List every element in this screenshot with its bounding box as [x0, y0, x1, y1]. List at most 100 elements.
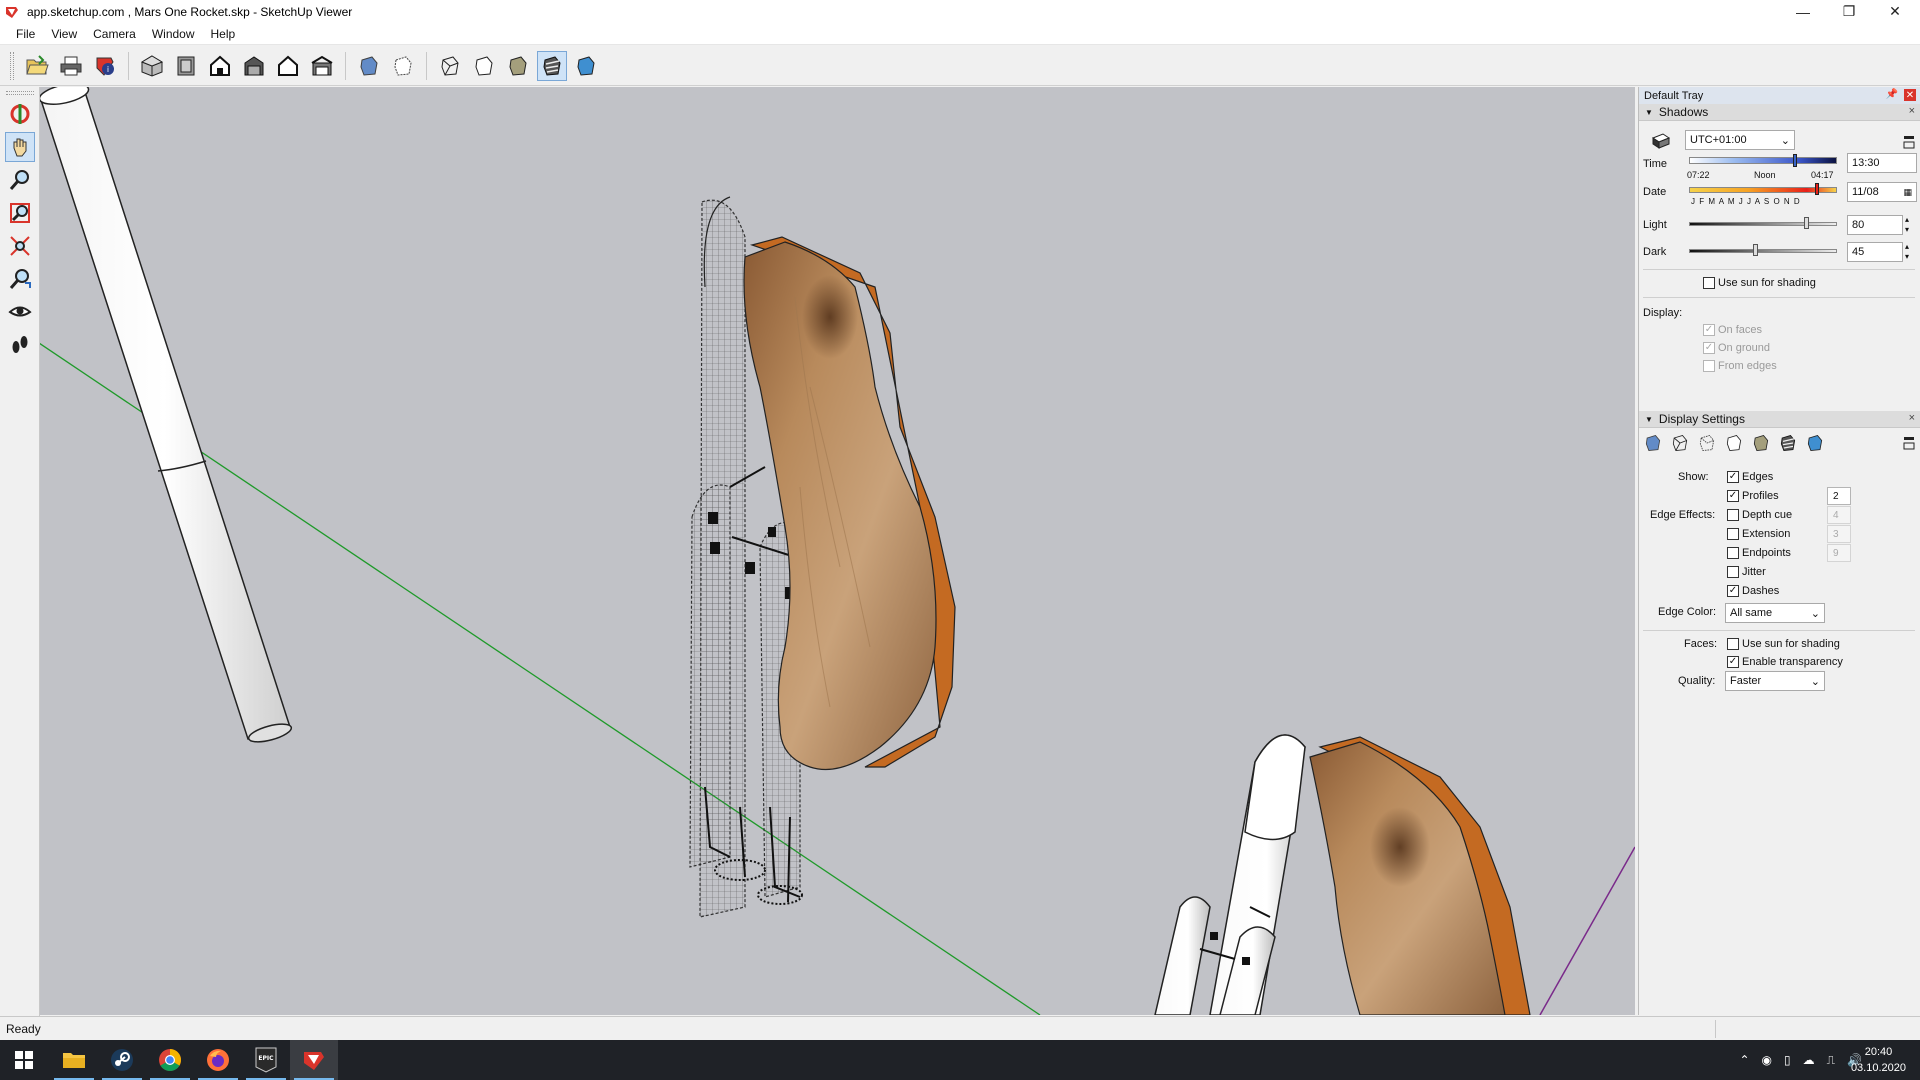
edge-color-select[interactable]: All same ⌄: [1725, 603, 1825, 623]
menu-file[interactable]: File: [8, 25, 43, 43]
date-slider-thumb[interactable]: [1815, 183, 1819, 195]
faces-use-sun-checkbox[interactable]: [1727, 638, 1739, 650]
jitter-checkbox[interactable]: [1727, 566, 1739, 578]
wireframe-style-icon[interactable]: [435, 51, 465, 81]
calendar-icon[interactable]: ▦: [1903, 187, 1912, 198]
chrome-taskbar-button[interactable]: [146, 1040, 194, 1080]
xray-style-icon[interactable]: [1643, 433, 1663, 453]
panel-details-icon[interactable]: [1903, 135, 1915, 149]
zoom-window-icon[interactable]: [5, 198, 35, 228]
taskbar-clock[interactable]: 20:40 03.10.2020: [1851, 1044, 1906, 1076]
endpoints-checkbox[interactable]: [1727, 547, 1739, 559]
file-explorer-taskbar-button[interactable]: [50, 1040, 98, 1080]
depth-cue-checkbox-row[interactable]: Depth cue: [1727, 509, 1792, 521]
light-spinner-icon[interactable]: ▴ ▾: [1905, 215, 1909, 235]
model-info-icon[interactable]: i: [90, 51, 120, 81]
from-edges-checkbox-row[interactable]: From edges: [1703, 360, 1777, 372]
minimize-button[interactable]: —: [1780, 0, 1826, 23]
quality-select[interactable]: Faster ⌄: [1725, 671, 1825, 691]
usb-icon[interactable]: ▯: [1784, 1053, 1791, 1067]
shadow-toggle-icon[interactable]: [1651, 132, 1671, 150]
look-around-icon[interactable]: [5, 297, 35, 327]
measurements-box[interactable]: [1715, 1020, 1915, 1038]
enable-transparency-checkbox[interactable]: ✓: [1727, 656, 1739, 668]
hidden-line-style-icon[interactable]: [469, 51, 499, 81]
steam-tray-icon[interactable]: ◉: [1762, 1053, 1772, 1067]
orbit-icon[interactable]: [5, 99, 35, 129]
dark-slider-track[interactable]: [1689, 249, 1837, 253]
toolbar-grip[interactable]: [5, 91, 34, 95]
3d-viewport[interactable]: [40, 87, 1635, 1015]
light-slider-track[interactable]: [1689, 222, 1837, 226]
dark-input[interactable]: 45: [1847, 242, 1903, 262]
light-slider-thumb[interactable]: [1804, 217, 1809, 229]
shaded-style-icon[interactable]: [1751, 433, 1771, 453]
menu-window[interactable]: Window: [144, 25, 203, 43]
sketchup-viewer-taskbar-button[interactable]: [290, 1040, 338, 1080]
right-view-icon[interactable]: [239, 51, 269, 81]
network-icon[interactable]: ⎍: [1827, 1053, 1835, 1068]
left-view-icon[interactable]: [307, 51, 337, 81]
jitter-checkbox-row[interactable]: Jitter: [1727, 566, 1766, 578]
endpoints-input[interactable]: 9: [1827, 544, 1851, 562]
panel-details-icon[interactable]: [1903, 436, 1915, 450]
time-input[interactable]: 13:30: [1847, 153, 1917, 173]
front-view-icon[interactable]: [205, 51, 235, 81]
pin-icon[interactable]: 📌: [1886, 89, 1898, 100]
tray-close-icon[interactable]: ✕: [1904, 89, 1916, 101]
top-view-icon[interactable]: [171, 51, 201, 81]
iso-view-icon[interactable]: [137, 51, 167, 81]
light-input[interactable]: 80: [1847, 215, 1903, 235]
print-icon[interactable]: [56, 51, 86, 81]
endpoints-checkbox-row[interactable]: Endpoints: [1727, 547, 1791, 559]
dashes-checkbox[interactable]: ✓: [1727, 585, 1739, 597]
display-settings-close-icon[interactable]: ×: [1909, 412, 1915, 424]
enable-transparency-checkbox-row[interactable]: ✓ Enable transparency: [1727, 656, 1843, 668]
collapse-triangle-icon[interactable]: ▼: [1645, 108, 1653, 117]
back-edges-style-icon[interactable]: [388, 51, 418, 81]
walk-icon[interactable]: [5, 330, 35, 360]
depth-cue-checkbox[interactable]: [1727, 509, 1739, 521]
dark-slider-thumb[interactable]: [1753, 244, 1758, 256]
maximize-button[interactable]: ❐: [1826, 0, 1872, 23]
back-edges-style-icon[interactable]: [1697, 433, 1717, 453]
on-ground-checkbox-row[interactable]: ✓ On ground: [1703, 342, 1770, 354]
chevron-up-icon[interactable]: ⌃: [1739, 1053, 1749, 1067]
hidden-line-style-icon[interactable]: [1724, 433, 1744, 453]
use-sun-checkbox[interactable]: [1703, 277, 1715, 289]
collapse-triangle-icon[interactable]: ▼: [1645, 415, 1653, 424]
profiles-checkbox-row[interactable]: ✓ Profiles: [1727, 490, 1779, 502]
edges-checkbox-row[interactable]: ✓ Edges: [1727, 471, 1773, 483]
shaded-style-icon[interactable]: [503, 51, 533, 81]
cloud-icon[interactable]: ☁: [1803, 1053, 1815, 1067]
zoom-icon[interactable]: [5, 165, 35, 195]
monochrome-style-icon[interactable]: [571, 51, 601, 81]
toolbar-grip[interactable]: [10, 51, 14, 80]
profiles-width-input[interactable]: 2: [1827, 487, 1851, 505]
dashes-checkbox-row[interactable]: ✓ Dashes: [1727, 585, 1779, 597]
steam-taskbar-button[interactable]: [98, 1040, 146, 1080]
menu-camera[interactable]: Camera: [85, 25, 144, 43]
wireframe-style-icon[interactable]: [1670, 433, 1690, 453]
on-ground-checkbox[interactable]: ✓: [1703, 342, 1715, 354]
back-view-icon[interactable]: [273, 51, 303, 81]
display-settings-panel-header[interactable]: ▼ Display Settings ×: [1639, 411, 1920, 428]
on-faces-checkbox[interactable]: ✓: [1703, 324, 1715, 336]
use-sun-checkbox-row[interactable]: Use sun for shading: [1703, 277, 1816, 289]
date-input[interactable]: 11/08 ▦: [1847, 182, 1917, 202]
menu-view[interactable]: View: [43, 25, 85, 43]
menu-help[interactable]: Help: [203, 25, 244, 43]
faces-use-sun-checkbox-row[interactable]: Use sun for shading: [1727, 638, 1840, 650]
shaded-with-textures-style-icon[interactable]: [537, 50, 567, 81]
edges-checkbox[interactable]: ✓: [1727, 471, 1739, 483]
profiles-checkbox[interactable]: ✓: [1727, 490, 1739, 502]
extension-input[interactable]: 3: [1827, 525, 1851, 543]
timezone-select[interactable]: UTC+01:00 ⌄: [1685, 130, 1795, 150]
shadows-close-icon[interactable]: ×: [1909, 105, 1915, 117]
previous-view-icon[interactable]: [5, 264, 35, 294]
shaded-with-textures-style-icon[interactable]: [1778, 433, 1798, 453]
on-faces-checkbox-row[interactable]: ✓ On faces: [1703, 324, 1762, 336]
shadows-panel-header[interactable]: ▼ Shadows ×: [1639, 104, 1920, 121]
from-edges-checkbox[interactable]: [1703, 360, 1715, 372]
zoom-extents-icon[interactable]: [5, 231, 35, 261]
